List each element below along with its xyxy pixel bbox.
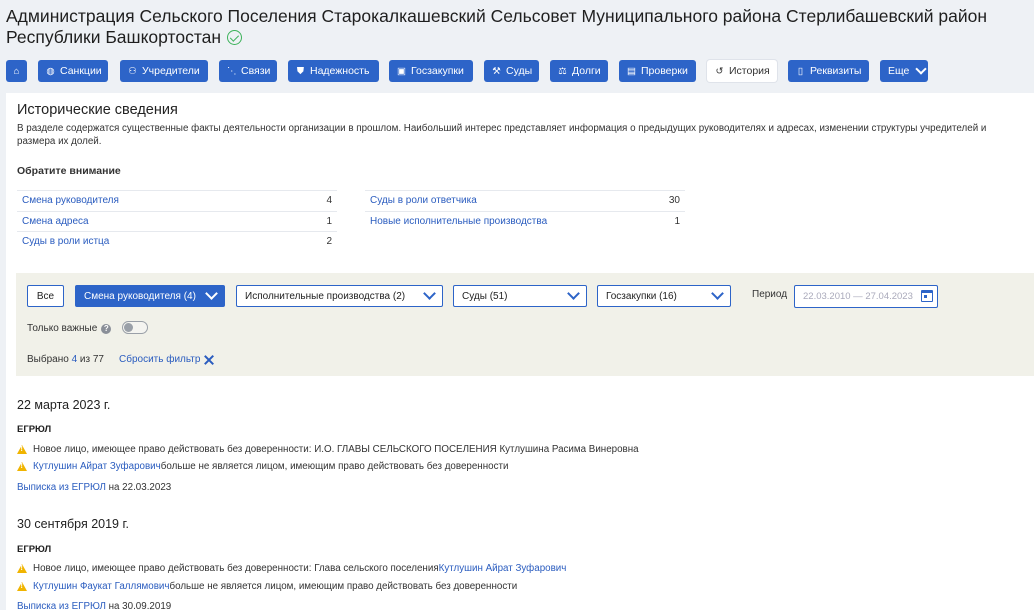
filter-enforcement-select[interactable]: Исполнительные производства (2) xyxy=(236,285,443,307)
nav-founders-button[interactable]: ⚇ Учредители xyxy=(120,60,208,82)
filter-tenders-select[interactable]: Госзакупки (16) xyxy=(597,285,731,307)
extract-line: Выписка из ЕГРЮЛ на 30.09.2019 xyxy=(17,601,172,610)
event-item: Кутлушин Фаукат Галлямович больше не явл… xyxy=(17,581,517,592)
chevron-down-icon xyxy=(205,287,218,300)
extract-line: Выписка из ЕГРЮЛ на 22.03.2023 xyxy=(17,482,172,493)
event-item: Новое лицо, имеющее право действовать бе… xyxy=(17,444,639,455)
shield-icon: ⛊ xyxy=(296,65,305,77)
filter-courts-select[interactable]: Суды (51) xyxy=(453,285,587,307)
gavel-icon: ⚒ xyxy=(492,65,501,77)
warning-icon xyxy=(17,462,27,471)
event-item: Кутлушин Айрат Зуфарович больше не являе… xyxy=(17,461,508,472)
filter-bar: Все Смена руководителя (4) Исполнительны… xyxy=(16,273,1034,376)
warning-icon xyxy=(17,445,27,454)
extract-link[interactable]: Выписка из ЕГРЮЛ xyxy=(17,482,106,493)
person-link[interactable]: Кутлушин Фаукат Галлямович xyxy=(33,581,170,592)
scales-icon: ⚖ xyxy=(558,65,567,77)
nav-sanctions-button[interactable]: ◍ Санкции xyxy=(38,60,108,82)
chevron-down-icon xyxy=(711,287,724,300)
globe-icon: ◍ xyxy=(46,65,55,77)
important-only-label: Только важные? xyxy=(27,323,112,334)
warning-icon xyxy=(17,564,27,573)
history-icon: ↺ xyxy=(715,65,724,77)
filter-all-button[interactable]: Все xyxy=(27,285,64,307)
chevron-down-icon xyxy=(915,62,928,75)
help-icon[interactable]: ? xyxy=(101,323,112,334)
registry-label: ЕГРЮЛ xyxy=(17,424,52,435)
tender-icon: ▣ xyxy=(397,65,406,77)
nav-requisites-button[interactable]: ▯ Реквизиты xyxy=(788,60,869,82)
nav-home-button[interactable]: ⌂ xyxy=(6,60,27,82)
nav-more-button[interactable]: Еще xyxy=(880,60,928,82)
chevron-down-icon xyxy=(567,287,580,300)
clipboard-icon: ▤ xyxy=(627,65,636,77)
stat-row[interactable]: Новые исполнительные производства 1 xyxy=(365,211,685,231)
chevron-down-icon xyxy=(423,287,436,300)
stat-row[interactable]: Суды в роли ответчика 30 xyxy=(365,190,685,210)
nav-history-button[interactable]: ↺ История xyxy=(707,60,777,82)
history-panel: Исторические сведения В разделе содержат… xyxy=(6,93,1034,610)
nav-courts-button[interactable]: ⚒ Суды xyxy=(484,60,539,82)
period-label: Период xyxy=(752,289,788,300)
important-only-toggle[interactable] xyxy=(122,321,148,334)
document-icon: ▯ xyxy=(797,65,804,77)
close-icon xyxy=(204,355,214,365)
stat-row[interactable]: Смена руководителя 4 xyxy=(17,190,337,210)
event-date: 30 сентября 2019 г. xyxy=(17,517,129,531)
registry-label: ЕГРЮЛ xyxy=(17,544,52,555)
calendar-icon[interactable] xyxy=(921,290,933,302)
home-icon: ⌂ xyxy=(13,65,20,77)
nav-reliability-button[interactable]: ⛊ Надежность xyxy=(288,60,379,82)
nav-connections-button[interactable]: ⋱ Связи xyxy=(219,60,277,82)
event-date: 22 марта 2023 г. xyxy=(17,398,111,412)
nav-tenders-button[interactable]: ▣ Госзакупки xyxy=(389,60,473,82)
attention-heading: Обратите внимание xyxy=(17,165,121,177)
person-link[interactable]: Кутлушин Айрат Зуфарович xyxy=(33,461,161,472)
nav-inspections-button[interactable]: ▤ Проверки xyxy=(619,60,696,82)
organization-title: Администрация Сельского Поселения Старок… xyxy=(6,6,988,47)
stat-row[interactable]: Суды в роли истца 2 xyxy=(17,231,337,251)
section-description: В разделе содержатся существенные факты … xyxy=(17,123,987,147)
reset-filter-link[interactable]: Сбросить фильтр xyxy=(119,354,214,365)
section-nav: ⌂ ◍ Санкции ⚇ Учредители ⋱ Связи ⛊ Надежност… xyxy=(6,60,1034,82)
event-item: Новое лицо, имеющее право действовать бе… xyxy=(17,563,566,574)
selected-count-text: Выбрано 4 из 77 xyxy=(27,354,104,365)
stat-row[interactable]: Смена адреса 1 xyxy=(17,211,337,231)
warning-icon xyxy=(17,582,27,591)
section-title: Исторические сведения xyxy=(17,102,178,118)
person-link[interactable]: Кутлушин Айрат Зуфарович xyxy=(439,563,567,574)
network-icon: ⋱ xyxy=(227,65,237,77)
users-icon: ⚇ xyxy=(128,65,137,77)
verified-check-icon xyxy=(227,30,243,45)
nav-debts-button[interactable]: ⚖ Долги xyxy=(550,60,608,82)
period-input[interactable]: 22.03.2010 — 27.04.2023 xyxy=(794,285,938,308)
extract-link[interactable]: Выписка из ЕГРЮЛ xyxy=(17,601,106,610)
filter-manager-change-select[interactable]: Смена руководителя (4) xyxy=(75,285,225,307)
